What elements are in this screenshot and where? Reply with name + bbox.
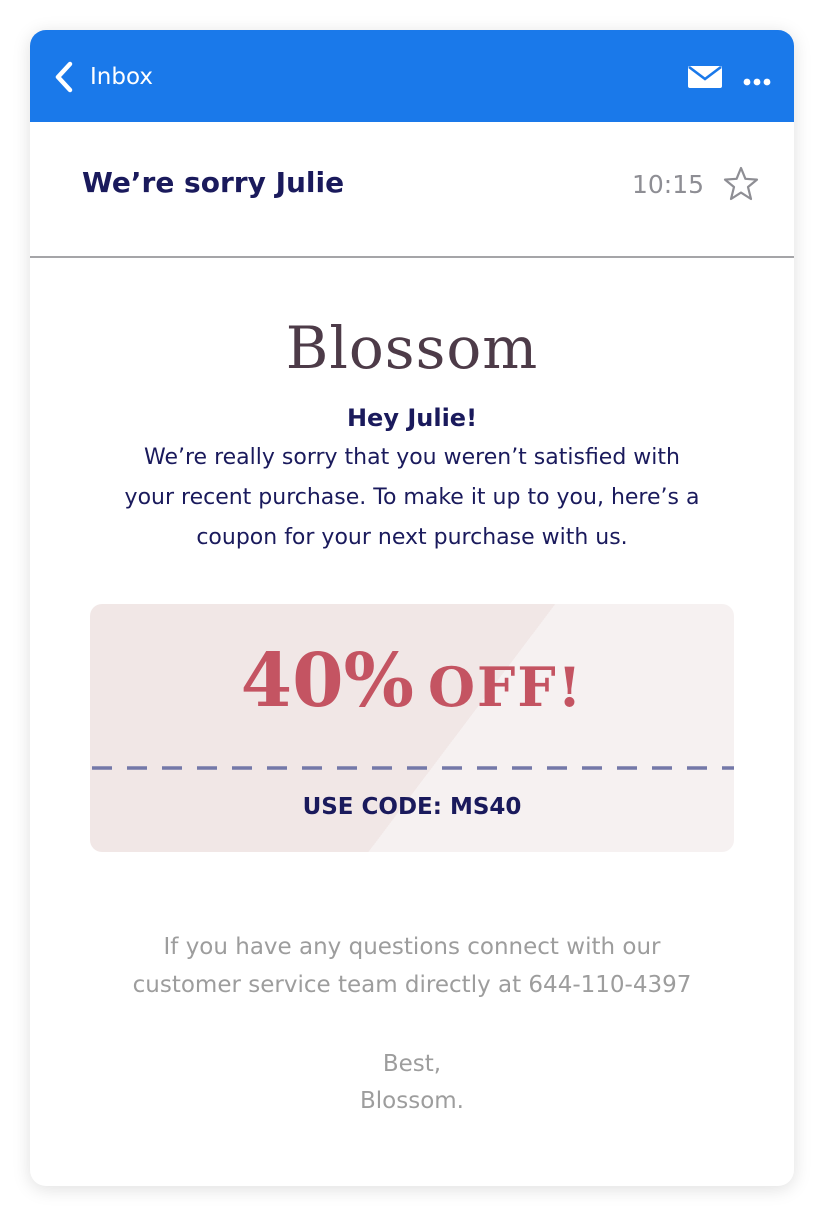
back-label: Inbox <box>90 64 153 90</box>
dashed-divider <box>92 766 734 770</box>
more-icon[interactable] <box>743 72 771 86</box>
email-header: We’re sorry Julie 10:15 <box>30 122 794 258</box>
coupon-card: 40% OFF! USE CODE: MS40 <box>90 604 734 852</box>
email-subject: We’re sorry Julie <box>82 166 345 199</box>
coupon-offer: 40% OFF! <box>90 638 734 724</box>
chevron-left-icon <box>54 61 74 93</box>
contact-line: If you have any questions connect with o… <box>163 934 661 960</box>
contact-info: If you have any questions connect with o… <box>70 928 754 1004</box>
greeting: Hey Julie! <box>346 404 478 432</box>
back-button[interactable]: Inbox <box>54 58 153 96</box>
contact-line: customer service team directly at 644-11… <box>132 972 692 998</box>
email-time: 10:15 <box>632 170 705 199</box>
signoff: Best, Blossom. <box>30 1046 794 1120</box>
body-line: We’re really sorry that you weren’t sati… <box>144 445 680 470</box>
coupon-off: OFF! <box>427 655 584 719</box>
email-card: Inbox We’re sorry Julie 10:15 Blossom He… <box>30 30 794 1186</box>
star-icon[interactable] <box>723 166 759 202</box>
coupon-code: USE CODE: MS40 <box>302 794 522 820</box>
top-bar: Inbox <box>30 30 794 122</box>
body-line: your recent purchase. To make it up to y… <box>124 485 700 510</box>
coupon-percent: 40% <box>240 638 414 724</box>
signoff-line: Best, <box>382 1051 442 1077</box>
signoff-line: Blossom. <box>360 1088 464 1114</box>
email-body: We’re really sorry that you weren’t sati… <box>92 438 732 558</box>
mail-icon[interactable] <box>688 65 722 88</box>
body-line: coupon for your next purchase with us. <box>196 525 628 550</box>
brand-logo: Blossom <box>285 314 539 382</box>
